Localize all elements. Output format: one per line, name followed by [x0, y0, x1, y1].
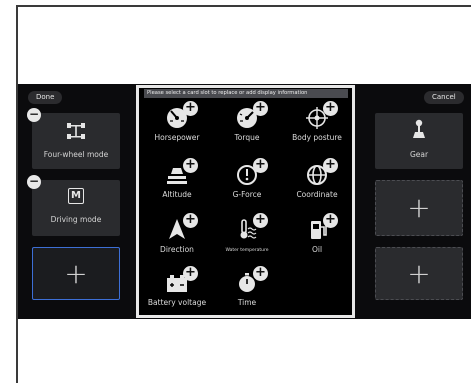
driving-mode-icon: M [68, 188, 84, 204]
four-wheel-icon [67, 123, 85, 139]
card-label: Driving mode [50, 215, 102, 224]
cancel-button[interactable]: Cancel [424, 91, 464, 104]
item-g-force[interactable]: + G-Force [211, 158, 283, 212]
item-direction[interactable]: + Direction [141, 213, 213, 267]
add-slot-right-1[interactable]: + [375, 180, 463, 236]
add-badge-icon: + [183, 266, 198, 281]
item-altitude[interactable]: + Altitude [141, 158, 213, 212]
card-gear[interactable]: Gear [375, 113, 463, 169]
remove-driving-mode-button[interactable]: − [27, 175, 41, 189]
add-badge-icon: + [323, 213, 338, 228]
item-label: Coordinate [296, 190, 338, 199]
item-label: Direction [160, 245, 194, 254]
item-label: Body posture [292, 133, 342, 142]
item-label: Battery voltage [147, 298, 207, 307]
item-time[interactable]: + Time [211, 266, 283, 320]
add-badge-icon: + [253, 158, 268, 173]
add-slot-right-2[interactable]: + [375, 247, 463, 300]
item-label: Horsepower [154, 133, 200, 142]
item-horsepower[interactable]: + Horsepower [141, 101, 213, 155]
item-label: G-Force [232, 190, 262, 199]
item-water-temperature[interactable]: + Water temperature [211, 213, 283, 267]
add-badge-icon: + [323, 158, 338, 173]
item-label: Time [237, 298, 257, 307]
item-oil[interactable]: + Oil [281, 213, 353, 267]
card-four-wheel-mode[interactable]: Four-wheel mode [32, 113, 120, 169]
plus-icon: + [407, 191, 431, 224]
item-label: Torque [234, 133, 260, 142]
plus-icon: + [407, 257, 431, 290]
panel-hint: Please select a card slot to replace or … [144, 89, 348, 98]
gear-shifter-icon [413, 119, 425, 138]
add-badge-icon: + [253, 266, 268, 281]
item-body-posture[interactable]: + Body posture [281, 101, 353, 155]
info-selection-panel: Please select a card slot to replace or … [136, 85, 355, 318]
card-driving-mode[interactable]: M Driving mode [32, 180, 120, 236]
card-label: Gear [409, 150, 429, 159]
item-label: Altitude [162, 190, 192, 199]
plus-icon: + [64, 257, 88, 290]
item-label: Oil [311, 245, 323, 254]
done-button[interactable]: Done [28, 91, 63, 104]
remove-four-wheel-button[interactable]: − [27, 108, 41, 122]
add-slot-selected[interactable]: + [32, 247, 120, 300]
add-badge-icon: + [183, 158, 198, 173]
item-label: Water temperature [225, 248, 269, 253]
item-battery-voltage[interactable]: + Battery voltage [141, 266, 213, 320]
card-label: Four-wheel mode [43, 150, 109, 159]
add-badge-icon: + [253, 101, 268, 116]
item-torque[interactable]: + Torque [211, 101, 283, 155]
add-badge-icon: + [183, 101, 198, 116]
add-badge-icon: + [183, 213, 198, 228]
add-badge-icon: + [253, 213, 268, 228]
item-coordinate[interactable]: + Coordinate [281, 158, 353, 212]
add-badge-icon: + [323, 101, 338, 116]
